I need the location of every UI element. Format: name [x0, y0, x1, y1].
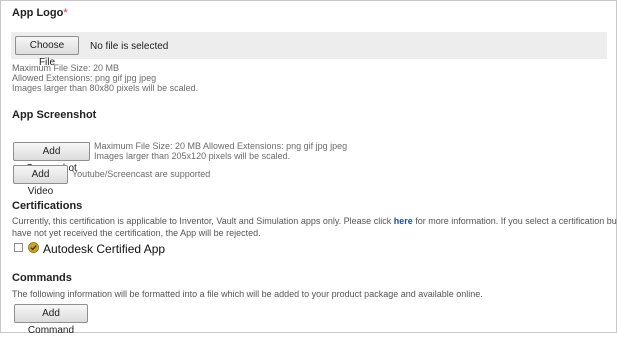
app-logo-heading: App Logo* — [12, 7, 68, 19]
certification-info-link[interactable]: here — [394, 216, 413, 226]
screenshot-note-line1: Maximum File Size: 20 MB Allowed Extensi… — [94, 141, 348, 151]
certification-info-line1: Currently, this certification is applica… — [12, 215, 617, 227]
form-panel: App Logo* Choose File No file is selecte… — [0, 0, 617, 336]
certified-app-label: Autodesk Certified App — [43, 242, 166, 256]
certification-info-line2: have not yet received the certification,… — [12, 228, 261, 238]
no-file-text: No file is selected — [90, 41, 169, 52]
add-video-button[interactable]: Add Video — [13, 165, 68, 197]
add-screenshot-button[interactable]: Add Screenshot — [13, 142, 90, 174]
choose-file-button[interactable]: Choose File — [15, 36, 79, 68]
certified-badge-icon — [28, 242, 39, 253]
app-logo-heading-text: App Logo — [12, 7, 64, 19]
certification-info-text: Currently, this certification is applica… — [12, 216, 394, 226]
app-screenshot-heading: App Screenshot — [12, 109, 97, 121]
logo-note-scaling: Images larger than 80x80 pixels will be … — [12, 83, 199, 93]
logo-note-size: Maximum File Size: 20 MB — [12, 63, 120, 73]
video-note: Youtube/Screencast are supported — [72, 169, 211, 179]
certified-app-checkbox[interactable] — [14, 243, 23, 252]
certification-info-text-cont: for more information. If you select a ce… — [412, 216, 617, 226]
add-command-button[interactable]: Add Command — [14, 304, 88, 336]
screenshot-note-line2: Images larger than 205x120 pixels will b… — [94, 151, 291, 161]
commands-heading: Commands — [12, 272, 72, 284]
certifications-heading: Certifications — [12, 200, 83, 212]
logo-note-extensions: Allowed Extensions: png gif jpg jpeg — [12, 73, 157, 83]
required-mark: * — [63, 7, 68, 19]
commands-description: The following information will be format… — [12, 289, 483, 299]
